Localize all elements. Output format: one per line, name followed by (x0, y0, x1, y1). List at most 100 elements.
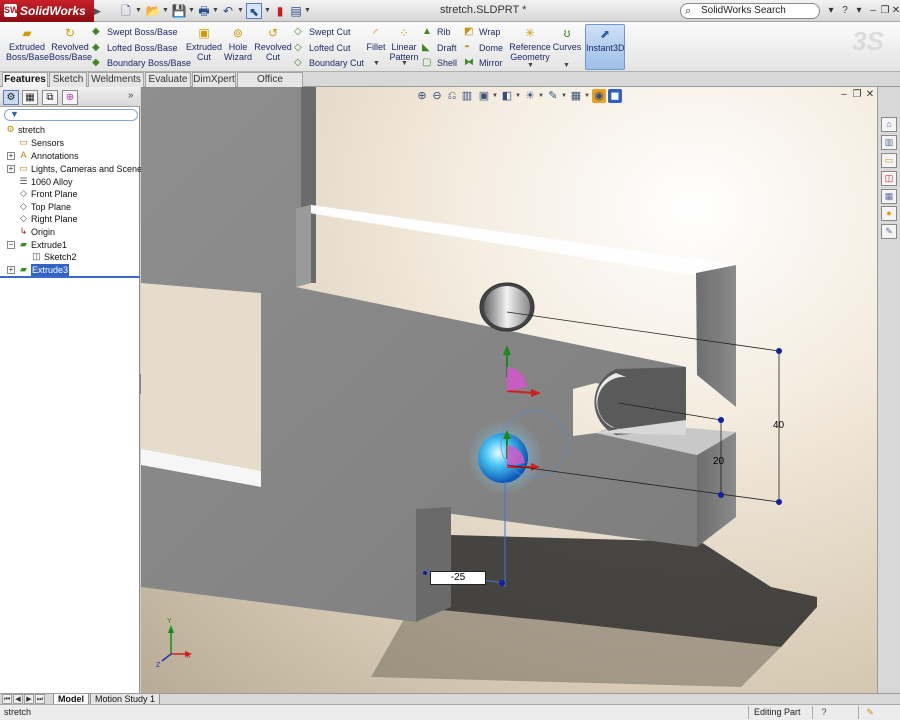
pattern-dropdown-icon[interactable]: ▼ (401, 60, 408, 67)
select-cursor-icon[interactable]: ⬉ (246, 3, 262, 19)
last-tab-icon[interactable]: ⏭ (35, 694, 45, 704)
revolved-cut-button[interactable]: ↺ Revolved Cut (254, 26, 292, 62)
boundary-cut-button[interactable]: ◇ Boundary Cut (294, 56, 364, 70)
instant3d-button[interactable]: ⬈ Instant3D (585, 24, 625, 70)
open-dropdown-icon[interactable]: ▼ (162, 3, 169, 19)
graphics-viewport[interactable]: Y X Z ⊕ ⊖ ⎌ ▥ ▣ ▼ ◧ ▼ ☀ ▼ ✎ ▼ ▦ ▼ ◉ ◼ – … (141, 87, 877, 693)
expand-annotations-icon[interactable]: + (7, 152, 15, 160)
tree-filter-input[interactable]: ▼ (4, 109, 138, 121)
tab-features[interactable]: Features (2, 72, 48, 88)
new-document-icon[interactable]: 🗋 (118, 3, 134, 19)
viewport-restore-icon[interactable]: ❐ (852, 90, 862, 100)
undo-dropdown-icon[interactable]: ▼ (237, 3, 244, 19)
reference-geometry-dropdown-icon[interactable]: ▼ (527, 62, 534, 69)
previous-view-icon[interactable]: ⎌ (445, 89, 459, 103)
viewport-close-icon[interactable]: ✕ (865, 90, 875, 100)
status-rebuild-icon[interactable]: ✎ (864, 706, 876, 718)
collapse-extrude1-icon[interactable]: − (7, 241, 15, 249)
draft-button[interactable]: ◣ Draft (422, 41, 457, 55)
help-dropdown-icon[interactable]: ▾ (852, 3, 866, 19)
curves-dropdown-icon[interactable]: ▼ (563, 62, 570, 69)
tab-office-products[interactable]: Office Products (237, 72, 303, 99)
new-dropdown-icon[interactable]: ▼ (135, 3, 142, 19)
hide-show-dropdown-icon[interactable]: ▼ (538, 89, 544, 103)
viewport-minimize-icon[interactable]: – (839, 90, 849, 100)
view-orientation-icon[interactable]: ▣ (477, 89, 491, 103)
property-manager-tab-icon[interactable]: ▦ (22, 90, 38, 105)
appearances-icon[interactable]: ● (881, 206, 897, 221)
expand-extrude3-icon[interactable]: + (7, 266, 15, 274)
boundary-boss-button[interactable]: ◆ Boundary Boss/Base (92, 56, 191, 70)
panel-more-chevron-icon[interactable]: » (128, 90, 134, 101)
fillet-dropdown-icon[interactable]: ▼ (373, 60, 380, 67)
hide-show-items-icon[interactable]: ☀ (523, 89, 537, 103)
options-icon[interactable]: ▤ (288, 3, 304, 19)
apply-scene-icon[interactable]: ▦ (569, 89, 583, 103)
print-icon[interactable]: 🖶 (196, 3, 212, 19)
custom-properties-icon[interactable]: ✎ (881, 224, 897, 239)
tab-sketch[interactable]: Sketch (49, 72, 87, 87)
revolved-boss-button[interactable]: ↻ Revolved Boss/Base (49, 26, 92, 62)
shadows-icon[interactable]: ◼ (608, 89, 622, 103)
search-dropdown-icon[interactable]: ▾ (824, 3, 838, 19)
close-icon[interactable]: ✕ (889, 3, 900, 19)
first-tab-icon[interactable]: ⏮ (2, 694, 12, 704)
search-box[interactable]: ⌕ SolidWorks Search (680, 3, 820, 19)
edit-appearance-icon[interactable]: ✎ (546, 89, 560, 103)
extruded-cut-button[interactable]: ▣ Extruded Cut (184, 26, 224, 62)
view-palette-icon[interactable]: ▦ (881, 189, 897, 204)
zoom-to-fit-icon[interactable]: ⊕ (415, 89, 429, 103)
appearance-dropdown-icon[interactable]: ▼ (561, 89, 567, 103)
curves-button[interactable]: ʊ Curves (552, 26, 582, 52)
file-explorer-icon[interactable]: ▭ (881, 153, 897, 168)
prev-tab-icon[interactable]: ◀ (13, 694, 23, 704)
select-dropdown-icon[interactable]: ▼ (264, 3, 271, 19)
configuration-manager-tab-icon[interactable]: ⧉ (42, 90, 58, 105)
open-folder-icon[interactable]: 📂 (145, 3, 161, 19)
options-dropdown-icon[interactable]: ▼ (304, 3, 311, 19)
swept-boss-button[interactable]: ◆ Swept Boss/Base (92, 25, 178, 39)
dimension-label-40[interactable]: 40 (773, 420, 784, 431)
save-icon[interactable]: 💾 (171, 3, 187, 19)
dome-button[interactable]: ◓ Dome (464, 41, 503, 55)
lofted-cut-button[interactable]: ◇ Lofted Cut (294, 41, 351, 55)
tab-weldments[interactable]: Weldments (88, 72, 144, 87)
dimension-label-20[interactable]: 20 (713, 456, 724, 467)
zoom-to-area-icon[interactable]: ⊖ (430, 89, 444, 103)
wrap-button[interactable]: ◩ Wrap (464, 25, 500, 39)
fillet-button[interactable]: ◜ Fillet (364, 26, 388, 52)
rib-button[interactable]: ▲ Rib (422, 25, 451, 39)
scene-dropdown-icon[interactable]: ▼ (584, 89, 590, 103)
menu-expand-arrow-icon[interactable]: ▶ (94, 3, 102, 19)
expand-lights-icon[interactable]: + (7, 165, 15, 173)
help-icon[interactable]: ? (838, 3, 852, 19)
mirror-button[interactable]: ⧓ Mirror (464, 56, 503, 70)
display-style-icon[interactable]: ◧ (500, 89, 514, 103)
rebuild-icon[interactable]: ▮ (272, 3, 288, 19)
feature-manager-tab-icon[interactable]: ⚙ (3, 90, 19, 105)
tab-dimxpert[interactable]: DimXpert (192, 72, 236, 87)
rollback-bar[interactable] (0, 276, 140, 278)
shell-button[interactable]: ▢ Shell (422, 56, 457, 70)
hole-wizard-button[interactable]: ⊚ Hole Wizard (222, 26, 254, 62)
lofted-boss-button[interactable]: ◆ Lofted Boss/Base (92, 41, 178, 55)
search-results-icon[interactable]: ◫ (881, 171, 897, 186)
solidworks-resources-icon[interactable]: ⌂ (881, 117, 897, 132)
status-help-icon[interactable]: ? (818, 706, 830, 718)
section-view-icon[interactable]: ▥ (460, 89, 474, 103)
view-orientation-dropdown-icon[interactable]: ▼ (492, 89, 498, 103)
realview-icon[interactable]: ◉ (592, 89, 606, 103)
undo-icon[interactable]: ↶ (220, 3, 236, 19)
dimxpert-manager-tab-icon[interactable]: ⊕ (62, 90, 78, 105)
display-style-dropdown-icon[interactable]: ▼ (515, 89, 521, 103)
design-library-icon[interactable]: ▥ (881, 135, 897, 150)
swept-cut-button[interactable]: ◇ Swept Cut (294, 25, 351, 39)
save-dropdown-icon[interactable]: ▼ (188, 3, 195, 19)
tab-evaluate[interactable]: Evaluate (145, 72, 191, 87)
dimension-value-input[interactable]: -25 (430, 571, 486, 585)
extruded-boss-button[interactable]: ▰ Extruded Boss/Base (6, 26, 49, 62)
solidworks-logo[interactable]: SW SolidWorks (0, 0, 94, 22)
reference-geometry-button[interactable]: ✳ Reference Geometry (508, 26, 552, 62)
next-tab-icon[interactable]: ▶ (24, 694, 34, 704)
print-dropdown-icon[interactable]: ▼ (212, 3, 219, 19)
